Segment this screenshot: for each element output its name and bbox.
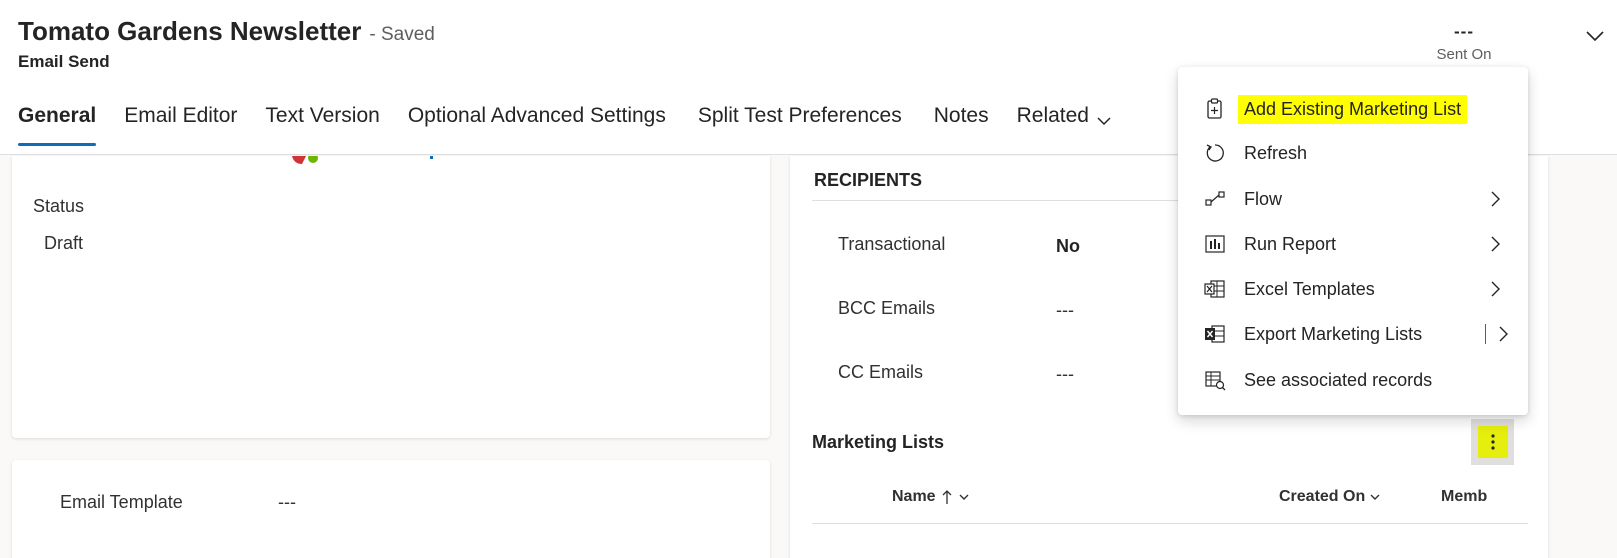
associated-records-icon — [1204, 369, 1226, 391]
menu-item-flow[interactable]: Flow — [1178, 177, 1528, 221]
chevron-down-icon — [1370, 494, 1380, 500]
template-card: Email Template --- — [12, 460, 770, 558]
menu-item-excel-templates[interactable]: Excel Templates — [1178, 267, 1528, 311]
transactional-label: Transactional — [838, 234, 946, 254]
chevron-right-icon — [1491, 191, 1500, 207]
menu-item-run-report[interactable]: Run Report — [1178, 222, 1528, 266]
marketing-lists-title: Marketing Lists — [812, 432, 945, 452]
chevron-right-icon — [1491, 281, 1500, 297]
tab-optional-advanced-settings[interactable]: Optional Advanced Settings — [408, 100, 666, 146]
tab-general[interactable]: General — [18, 100, 97, 146]
menu-item-label: Add Existing Marketing List — [1238, 94, 1468, 124]
logo-fragment-icon — [292, 156, 433, 164]
menu-item-label: Flow — [1244, 188, 1283, 209]
sent-on-value: --- — [1454, 22, 1474, 41]
bcc-emails-label: BCC Emails — [838, 298, 936, 318]
column-members-label: Memb — [1441, 488, 1488, 505]
menu-item-see-associated-records[interactable]: See associated records — [1178, 358, 1528, 402]
sent-on-label: Sent On — [1436, 46, 1492, 63]
recipients-title: RECIPIENTS — [814, 170, 923, 190]
transactional-value[interactable]: No — [1056, 236, 1080, 257]
menu-item-label: Export Marketing Lists — [1244, 323, 1423, 344]
refresh-icon — [1204, 142, 1226, 164]
chevron-down-icon — [1097, 117, 1111, 126]
tab-related-label: Related — [1016, 104, 1089, 127]
more-commands-menu: Add Existing Marketing List Refresh Flow… — [1178, 67, 1528, 415]
record-title: Tomato Gardens Newsletter — [18, 16, 362, 46]
column-created-on-label: Created On — [1279, 488, 1366, 505]
bcc-emails-value[interactable]: --- — [1056, 300, 1074, 321]
menu-item-label: Excel Templates — [1244, 278, 1375, 299]
chevron-down-icon — [959, 494, 969, 500]
tab-split-test-preferences[interactable]: Split Test Preferences — [698, 100, 902, 146]
split-divider — [1485, 324, 1486, 344]
menu-item-label: Refresh — [1244, 142, 1308, 163]
menu-item-label: Run Report — [1244, 233, 1337, 254]
menu-item-add-existing-marketing-list[interactable]: Add Existing Marketing List — [1178, 87, 1528, 131]
menu-item-refresh[interactable]: Refresh — [1178, 131, 1528, 175]
chevron-right-icon[interactable] — [1494, 325, 1512, 343]
title-row: Tomato Gardens Newsletter - Saved — [18, 16, 435, 47]
cc-emails-label: CC Emails — [838, 362, 924, 382]
save-status: - Saved — [369, 24, 435, 45]
column-header-created-on[interactable]: Created On — [1279, 488, 1381, 506]
chevron-right-icon — [1491, 236, 1500, 252]
status-value: Draft — [44, 233, 84, 253]
email-template-label: Email Template — [60, 492, 183, 512]
more-commands-button[interactable] — [1471, 419, 1514, 465]
entity-type: Email Send — [18, 52, 110, 71]
email-template-value[interactable]: --- — [278, 492, 296, 513]
general-card: Status Draft — [12, 156, 770, 438]
column-header-name[interactable]: Name — [892, 488, 970, 506]
clipboard-add-icon — [1204, 98, 1226, 120]
cc-emails-value[interactable]: --- — [1056, 364, 1074, 385]
sent-on-field: --- Sent On — [1429, 22, 1499, 63]
column-name-label: Name — [892, 488, 936, 505]
report-icon — [1204, 233, 1226, 255]
excel-export-icon — [1204, 323, 1226, 345]
tab-text-version[interactable]: Text Version — [265, 100, 379, 146]
column-header-members[interactable]: Memb — [1441, 488, 1487, 506]
more-vertical-icon — [1477, 426, 1508, 458]
tab-email-editor[interactable]: Email Editor — [124, 100, 237, 146]
tab-bar: General Email Editor Text Version Option… — [18, 100, 1141, 150]
status-label: Status — [33, 196, 85, 216]
tab-related[interactable]: Related — [1017, 100, 1113, 146]
menu-item-label: See associated records — [1244, 369, 1433, 390]
sort-ascending-icon — [942, 490, 952, 504]
divider — [812, 523, 1528, 524]
chevron-down-icon[interactable] — [1581, 22, 1609, 50]
flow-icon — [1204, 188, 1226, 210]
excel-templates-icon — [1204, 278, 1226, 300]
tab-notes[interactable]: Notes — [934, 100, 989, 146]
menu-item-export-marketing-lists[interactable]: Export Marketing Lists — [1178, 312, 1528, 356]
